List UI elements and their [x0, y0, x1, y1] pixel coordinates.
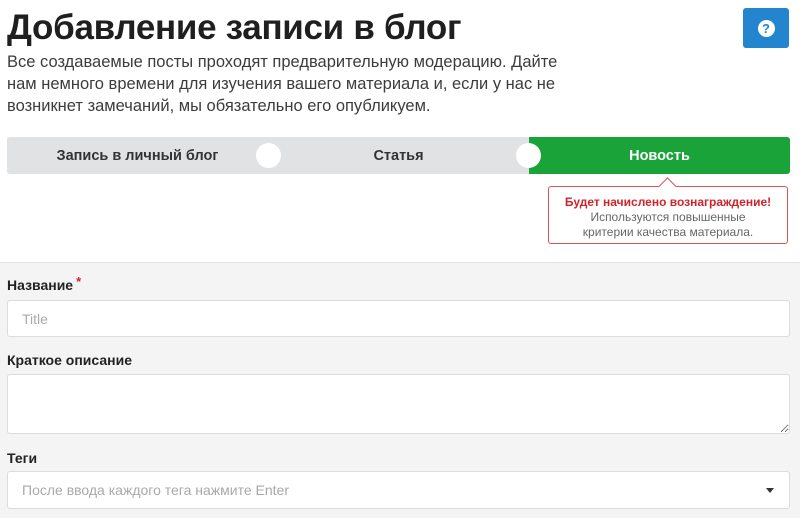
tags-select[interactable]: После ввода каждого тега нажмите Enter: [7, 471, 790, 509]
title-input[interactable]: [7, 300, 790, 337]
tags-placeholder: После ввода каждого тега нажмите Enter: [22, 482, 289, 498]
reward-text: Используются повышенные: [590, 210, 746, 224]
reward-title: Будет начислено вознаграждение!: [564, 195, 772, 209]
title-field-label: Название *: [7, 274, 82, 293]
reward-tooltip: Будет начислено вознаграждение! Использу…: [548, 177, 788, 244]
required-marker: *: [76, 274, 82, 289]
post-type-news[interactable]: Новость: [529, 137, 790, 174]
post-type-selector: Запись в личный блог Статья Новость: [7, 137, 790, 174]
caret-down-icon[interactable]: [766, 487, 774, 493]
tags-field-label: Теги: [7, 450, 38, 466]
title-label-text: Название: [7, 277, 74, 293]
reward-text: критерии качества материала.: [582, 225, 754, 239]
post-type-label: Статья: [373, 147, 424, 164]
post-type-label: Запись в личный блог: [56, 147, 219, 164]
toggle-knob: [256, 143, 281, 168]
summary-textarea[interactable]: [7, 374, 790, 434]
post-type-personal-blog[interactable]: Запись в личный блог: [7, 137, 268, 174]
post-form: Название* Краткое описание Теги После вв…: [0, 262, 800, 518]
toggle-knob: [516, 143, 541, 168]
moderation-notice: Все создаваемые посты проходят предварит…: [7, 53, 558, 115]
post-type-label: Новость: [629, 147, 690, 164]
page-title: Добавление записи в блог: [7, 8, 462, 47]
post-type-article[interactable]: Статья: [268, 137, 529, 174]
question-circle-icon: ?: [757, 19, 775, 37]
tooltip-arrow: [658, 177, 677, 196]
summary-field-label: Краткое описание: [7, 352, 132, 368]
help-button[interactable]: ?: [743, 8, 789, 48]
header-section: Добавление записи в блог Все создаваемые…: [0, 0, 800, 262]
